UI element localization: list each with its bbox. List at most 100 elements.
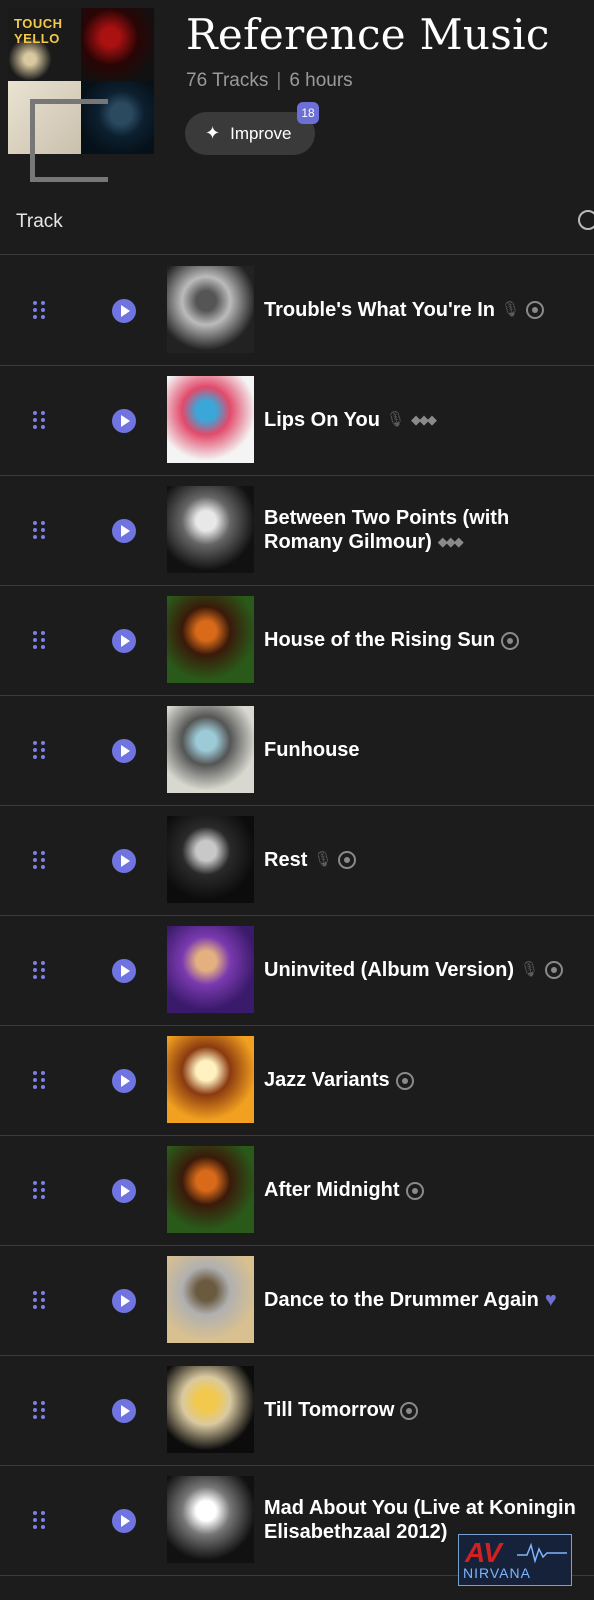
drag-handle-icon[interactable] xyxy=(33,741,45,759)
drag-handle-icon[interactable] xyxy=(33,301,45,319)
album-art[interactable] xyxy=(167,926,254,1013)
track-row[interactable]: Rest 🎙 xyxy=(0,805,594,916)
track-title[interactable]: Till Tomorrow xyxy=(264,1355,584,1465)
mic-icon: 🎙 xyxy=(385,411,405,429)
drag-handle-icon[interactable] xyxy=(33,1071,45,1089)
playlist-title: Reference Music xyxy=(186,10,550,59)
track-title-text: Rest xyxy=(264,848,308,871)
drag-handle-icon[interactable] xyxy=(33,1291,45,1309)
mq-icon xyxy=(338,851,357,870)
tidal-icon: ◆◆◆ xyxy=(437,534,464,550)
improve-button[interactable]: ✦ Improve xyxy=(185,112,315,155)
improve-label: Improve xyxy=(230,123,292,143)
track-title[interactable]: House of the Rising Sun xyxy=(264,585,584,695)
album-art[interactable] xyxy=(167,1146,254,1233)
play-icon[interactable] xyxy=(112,959,136,983)
cover-tile-text: TOUCH YELLO xyxy=(14,16,63,46)
play-icon[interactable] xyxy=(112,1179,136,1203)
track-title-text: House of the Rising Sun xyxy=(264,629,496,651)
track-title[interactable]: Trouble's What You're In 🎙 xyxy=(264,255,584,365)
album-art[interactable] xyxy=(167,596,254,683)
track-row[interactable]: Dance to the Drummer Again ♥ xyxy=(0,1245,594,1356)
play-icon[interactable] xyxy=(112,409,136,433)
drag-handle-icon[interactable] xyxy=(33,1511,45,1529)
track-row[interactable]: Uninvited (Album Version) 🎙 xyxy=(0,915,594,1026)
playlist-header: TOUCH YELLO Reference Music 76 Tracks | 6 … xyxy=(0,0,594,190)
cover-tile xyxy=(81,8,154,81)
playlist-cover-mosaic: TOUCH YELLO xyxy=(8,8,154,182)
mq-icon xyxy=(501,631,520,650)
drag-handle-icon[interactable] xyxy=(33,631,45,649)
track-row[interactable]: Funhouse xyxy=(0,695,594,806)
album-art[interactable] xyxy=(167,1036,254,1123)
album-art[interactable] xyxy=(167,706,254,793)
album-art[interactable] xyxy=(167,816,254,903)
play-icon[interactable] xyxy=(112,1289,136,1313)
cover-tile xyxy=(8,81,108,182)
mic-icon: 🎙 xyxy=(313,851,333,869)
track-title-text: Dance to the Drummer Again xyxy=(264,1288,539,1311)
watermark-logo: AV NIRVANA xyxy=(458,1534,572,1586)
track-title[interactable]: Lips On You 🎙 ◆◆◆ xyxy=(264,365,584,475)
track-row[interactable]: House of the Rising Sun xyxy=(0,585,594,696)
drag-handle-icon[interactable] xyxy=(33,521,45,539)
track-title[interactable]: Uninvited (Album Version) 🎙 xyxy=(264,915,584,1025)
drag-handle-icon[interactable] xyxy=(33,961,45,979)
track-title[interactable]: Funhouse xyxy=(264,695,584,805)
track-title[interactable]: Rest 🎙 xyxy=(264,805,584,915)
search-icon[interactable] xyxy=(578,210,594,230)
playlist-meta: 76 Tracks | 6 hours xyxy=(186,70,353,92)
drag-handle-icon[interactable] xyxy=(33,851,45,869)
mic-icon: 🎙 xyxy=(501,301,521,319)
track-row[interactable]: After Midnight xyxy=(0,1135,594,1246)
waveform-icon xyxy=(517,1542,567,1564)
mq-icon xyxy=(526,301,545,320)
play-icon[interactable] xyxy=(112,849,136,873)
track-title-text: Between Two Points (with Romany Gilmour) xyxy=(264,506,510,553)
drag-handle-icon[interactable] xyxy=(33,1181,45,1199)
play-icon[interactable] xyxy=(112,739,136,763)
heart-icon: ♥ xyxy=(544,1289,557,1312)
track-column-header: Track xyxy=(0,190,594,255)
track-title[interactable]: Dance to the Drummer Again ♥ xyxy=(264,1245,584,1355)
track-row[interactable]: Trouble's What You're In 🎙 xyxy=(0,255,594,366)
mq-icon xyxy=(400,1401,419,1420)
album-art[interactable] xyxy=(167,486,254,573)
drag-handle-icon[interactable] xyxy=(33,411,45,429)
playlist-duration: 6 hours xyxy=(289,70,353,91)
meta-separator: | xyxy=(276,70,282,91)
album-art[interactable] xyxy=(167,1366,254,1453)
play-icon[interactable] xyxy=(112,1509,136,1533)
mic-icon: 🎙 xyxy=(520,961,540,979)
play-icon[interactable] xyxy=(112,299,136,323)
play-icon[interactable] xyxy=(112,1069,136,1093)
tidal-icon: ◆◆◆ xyxy=(410,412,437,428)
drag-handle-icon[interactable] xyxy=(33,1401,45,1419)
play-icon[interactable] xyxy=(112,519,136,543)
track-title-text: Uninvited (Album Version) xyxy=(264,958,515,981)
mq-icon xyxy=(395,1071,414,1090)
track-count: 76 Tracks xyxy=(186,70,269,91)
album-art[interactable] xyxy=(167,376,254,463)
track-title-text: Lips On You xyxy=(264,408,380,431)
album-art[interactable] xyxy=(167,1476,254,1563)
track-row[interactable]: Lips On You 🎙 ◆◆◆ xyxy=(0,365,594,476)
mq-icon xyxy=(405,1181,424,1200)
play-icon[interactable] xyxy=(112,1399,136,1423)
track-row[interactable]: Between Two Points (with Romany Gilmour)… xyxy=(0,475,594,586)
play-icon[interactable] xyxy=(112,629,136,653)
sparkle-icon: ✦ xyxy=(205,123,221,143)
track-title-text: Till Tomorrow xyxy=(264,1399,395,1421)
track-row[interactable]: Jazz Variants xyxy=(0,1025,594,1136)
track-title[interactable]: After Midnight xyxy=(264,1135,584,1245)
mq-icon xyxy=(545,961,564,980)
track-row[interactable]: Till Tomorrow xyxy=(0,1355,594,1466)
track-title-text: Funhouse xyxy=(264,739,360,761)
track-title-text: Trouble's What You're In xyxy=(264,298,496,321)
track-title[interactable]: Jazz Variants xyxy=(264,1025,584,1135)
album-art[interactable] xyxy=(167,266,254,353)
track-title[interactable]: Between Two Points (with Romany Gilmour)… xyxy=(264,475,584,585)
track-column-label[interactable]: Track xyxy=(16,211,63,233)
track-title-text: After Midnight xyxy=(264,1179,400,1201)
album-art[interactable] xyxy=(167,1256,254,1343)
